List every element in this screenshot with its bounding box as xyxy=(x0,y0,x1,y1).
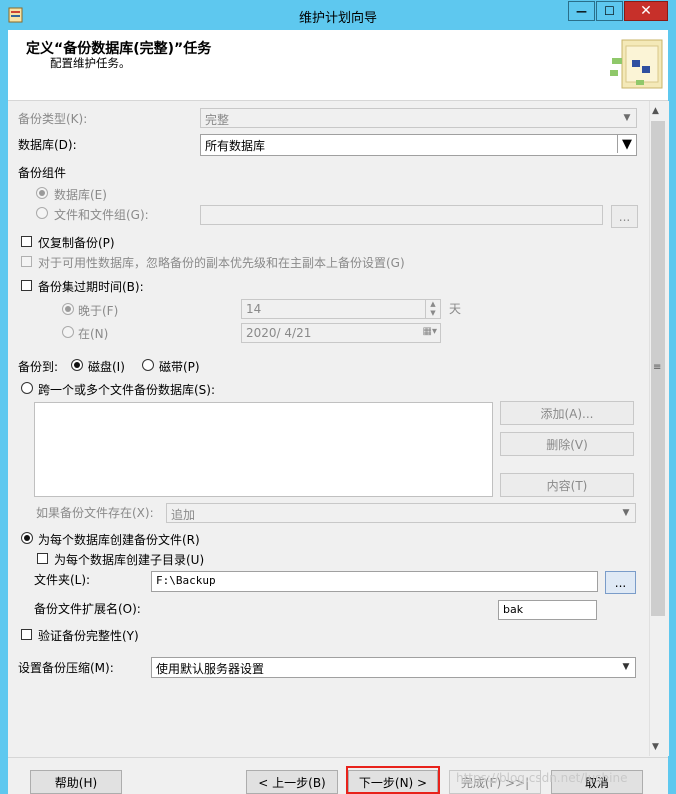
database-option-radio[interactable] xyxy=(36,187,48,199)
folder-label: 文件夹(L): xyxy=(34,573,91,587)
expire-days-value: 14 xyxy=(246,302,262,316)
window-border-right xyxy=(668,30,676,794)
chevron-down-icon: ▼ xyxy=(623,113,631,123)
folder-browse-button[interactable]: ... xyxy=(605,571,636,594)
per-db-file-radio[interactable] xyxy=(21,532,33,544)
wizard-header: 定义“备份数据库(完整)”任务 配置维护任务。 xyxy=(8,30,668,101)
copy-only-checkbox[interactable] xyxy=(21,236,32,247)
folder-value: F:\Backup xyxy=(156,574,216,587)
verify-checkbox[interactable] xyxy=(21,629,32,640)
wizard-graphic-icon xyxy=(610,39,663,89)
expire-on-radio[interactable] xyxy=(62,326,74,338)
extension-label: 备份文件扩展名(O): xyxy=(34,602,141,616)
if-exists-value: 追加 xyxy=(171,508,196,522)
backup-files-list[interactable] xyxy=(34,402,493,497)
availability-label: 对于可用性数据库，忽略备份的副本优先级和在主副本上备份设置(G) xyxy=(38,256,405,270)
if-exists-label: 如果备份文件存在(X): xyxy=(36,506,154,520)
chevron-down-icon[interactable]: ▼ xyxy=(617,135,636,153)
if-exists-combo: 追加 ▼ xyxy=(166,503,636,523)
back-button[interactable]: < 上一步(B) xyxy=(246,770,338,794)
expire-checkbox[interactable] xyxy=(21,280,32,291)
window-border-left xyxy=(0,30,8,794)
expire-days-unit: 天 xyxy=(449,302,462,316)
backup-to-label: 备份到: xyxy=(18,360,59,374)
help-button[interactable]: 帮助(H) xyxy=(30,770,122,794)
per-db-subdir-label: 为每个数据库创建子目录(U) xyxy=(54,553,205,567)
tape-radio[interactable] xyxy=(142,359,154,371)
expire-days-spinner: 14 ▲ ▼ xyxy=(241,299,441,319)
scroll-down-icon[interactable]: ▼ xyxy=(652,742,659,752)
backup-type-label: 备份类型(K): xyxy=(18,112,88,126)
database-value: 所有数据库 xyxy=(205,139,266,153)
expire-on-label: 在(N) xyxy=(78,327,109,341)
tape-label: 磁带(P) xyxy=(159,360,200,374)
expire-date-value: 2020/ 4/21 xyxy=(246,326,312,340)
database-combo[interactable]: 所有数据库 ▼ xyxy=(200,134,637,156)
maximize-icon: ☐ xyxy=(604,4,615,18)
scroll-up-icon[interactable]: ▲ xyxy=(652,106,659,116)
backup-type-combo: 完整 ▼ xyxy=(200,108,637,128)
folder-input[interactable]: F:\Backup xyxy=(151,571,598,592)
expire-after-radio[interactable] xyxy=(62,303,74,315)
add-file-button: 添加(A)... xyxy=(500,401,634,425)
close-icon: ✕ xyxy=(640,3,652,19)
database-option-label: 数据库(E) xyxy=(54,188,107,202)
files-option-radio[interactable] xyxy=(36,207,48,219)
extension-input[interactable]: bak xyxy=(498,600,597,620)
close-button[interactable]: ✕ xyxy=(624,1,668,21)
grip-icon: ≡ xyxy=(653,362,662,373)
spinner-arrows-icon: ▲ ▼ xyxy=(425,300,440,318)
files-option-label: 文件和文件组(G): xyxy=(54,208,149,222)
wizard-window: 维护计划向导 — ☐ ✕ 定义“备份数据库(完整)”任务 配置维护任务。 备份类… xyxy=(0,0,676,794)
compression-label: 设置备份压缩(M): xyxy=(18,661,114,675)
calendar-icon: ▦▾ xyxy=(422,326,437,337)
across-files-label: 跨一个或多个文件备份数据库(S): xyxy=(38,383,216,397)
page-subtitle: 配置维护任务。 xyxy=(50,56,131,70)
minimize-button[interactable]: — xyxy=(568,1,595,21)
chevron-down-icon: ▼ xyxy=(622,508,630,518)
database-label: 数据库(D): xyxy=(18,138,77,152)
compression-combo[interactable]: 使用默认服务器设置 ▼ xyxy=(151,657,636,678)
files-browse-button: ... xyxy=(611,205,638,228)
remove-file-button: 删除(V) xyxy=(500,432,634,456)
per-db-subdir-checkbox[interactable] xyxy=(37,553,48,564)
per-db-file-label: 为每个数据库创建备份文件(R) xyxy=(38,533,200,547)
verify-label: 验证备份完整性(Y) xyxy=(38,629,139,643)
copy-only-label: 仅复制备份(P) xyxy=(38,236,115,250)
watermark-text: https://blog.csdn.net/lushine xyxy=(456,771,628,785)
backup-component-label: 备份组件 xyxy=(18,166,67,180)
next-button-highlight xyxy=(346,766,440,794)
disk-label: 磁盘(I) xyxy=(88,360,125,374)
task-settings-panel: 备份类型(K): 完整 ▼ 数据库(D): 所有数据库 ▼ 备份组件 数据库(E… xyxy=(8,101,649,756)
availability-checkbox xyxy=(21,256,32,267)
expire-label: 备份集过期时间(B): xyxy=(38,280,144,294)
expire-date-picker: 2020/ 4/21 ▦▾ xyxy=(241,323,441,343)
maximize-button[interactable]: ☐ xyxy=(596,1,623,21)
extension-value: bak xyxy=(503,603,524,616)
chevron-down-icon[interactable]: ▼ xyxy=(619,660,633,674)
compression-value: 使用默认服务器设置 xyxy=(156,662,265,676)
files-input xyxy=(200,205,603,225)
expire-after-label: 晚于(F) xyxy=(78,304,119,318)
disk-radio[interactable] xyxy=(71,359,83,371)
contents-button: 内容(T) xyxy=(500,473,634,497)
backup-type-value: 完整 xyxy=(205,113,230,127)
across-files-radio[interactable] xyxy=(21,382,33,394)
minimize-icon: — xyxy=(576,4,587,18)
